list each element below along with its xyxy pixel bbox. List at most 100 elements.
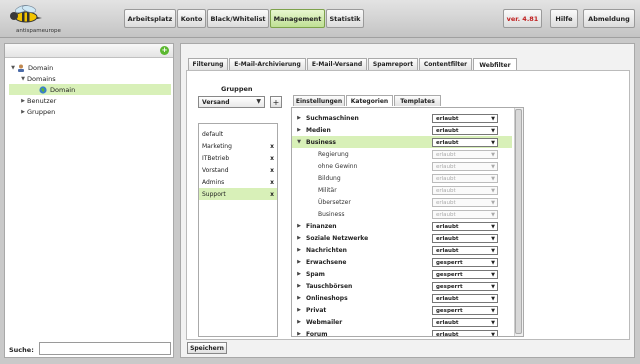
tab-contentfilter[interactable]: Contentfilter xyxy=(419,58,472,70)
collapsed-arrow-icon[interactable]: ▶ xyxy=(292,127,306,133)
group-item-label: ITBetrieb xyxy=(202,154,230,162)
delete-icon[interactable]: x xyxy=(270,155,274,162)
category-permission-select[interactable]: erlaubt ▼ xyxy=(432,113,498,123)
category-permission-select[interactable]: gesperrt ▼ xyxy=(432,281,498,291)
group-item[interactable]: ITBetrieb x xyxy=(199,152,277,164)
subcategory-row[interactable]: Regierung erlaubt ▼ xyxy=(292,148,512,160)
nav-konto[interactable]: Konto xyxy=(177,9,206,28)
category-permission-select[interactable]: erlaubt ▼ xyxy=(432,221,498,231)
tab-filterung[interactable]: Filterung xyxy=(188,58,228,70)
category-permission-select[interactable]: erlaubt ▼ xyxy=(432,329,498,337)
collapsed-arrow-icon[interactable]: ▶ xyxy=(292,259,306,265)
collapsed-arrow-icon[interactable]: ▶ xyxy=(292,319,306,325)
category-label: Privat xyxy=(306,306,327,314)
save-button[interactable]: Speichern xyxy=(187,342,227,354)
category-row[interactable]: ▶ Finanzen erlaubt ▼ xyxy=(292,220,512,232)
category-row[interactable]: ▶ Suchmaschinen erlaubt ▼ xyxy=(292,112,512,124)
tab-email-versand[interactable]: E-Mail-Versand xyxy=(307,58,367,70)
category-row[interactable]: ▶ Soziale Netzwerke erlaubt ▼ xyxy=(292,232,512,244)
collapsed-arrow-icon[interactable]: ▶ xyxy=(292,295,306,301)
collapsed-arrow-icon[interactable]: ▶ xyxy=(292,235,306,241)
subtab-templates[interactable]: Templates xyxy=(394,95,441,106)
webfilter-content: Gruppen Versand ▼ + default Marketing x … xyxy=(186,70,630,340)
category-label: Erwachsene xyxy=(306,258,347,266)
category-permission-select[interactable]: gesperrt ▼ xyxy=(432,257,498,267)
collapsed-arrow-icon[interactable]: ▶ xyxy=(292,283,306,289)
category-row[interactable]: ▶ Medien erlaubt ▼ xyxy=(292,124,512,136)
help-button[interactable]: Hilfe xyxy=(550,9,578,28)
search-input[interactable] xyxy=(39,342,171,355)
category-row[interactable]: ▶ Spam gesperrt ▼ xyxy=(292,268,512,280)
group-item[interactable]: Admins x xyxy=(199,176,277,188)
category-row[interactable]: ▶ Forum erlaubt ▼ xyxy=(292,328,512,337)
group-item[interactable]: default xyxy=(199,128,277,140)
scrollbar-thumb[interactable] xyxy=(515,109,522,334)
category-permission-select[interactable]: erlaubt ▼ xyxy=(432,233,498,243)
delete-icon[interactable]: x xyxy=(270,179,274,186)
collapsed-arrow-icon[interactable]: ▶ xyxy=(292,307,306,313)
tree-node-root[interactable]: ▼ Domain xyxy=(9,62,171,73)
subcategory-row[interactable]: Business erlaubt ▼ xyxy=(292,208,512,220)
nav-black-whitelist[interactable]: Black/Whitelist xyxy=(207,9,269,28)
sub-tabs: Einstellungen Kategorien Templates xyxy=(293,95,441,106)
expanded-arrow-icon[interactable]: ▼ xyxy=(292,139,306,145)
tree-node-benutzer[interactable]: ▶ Benutzer xyxy=(9,95,171,106)
category-permission-select[interactable]: erlaubt ▼ xyxy=(432,293,498,303)
category-row[interactable]: ▶ Privat gesperrt ▼ xyxy=(292,304,512,316)
category-permission-select[interactable]: erlaubt ▼ xyxy=(432,317,498,327)
subtab-einstellungen[interactable]: Einstellungen xyxy=(293,95,345,106)
category-permission-select[interactable]: erlaubt ▼ xyxy=(432,137,498,147)
dropdown-arrow-icon: ▼ xyxy=(491,271,495,278)
delete-icon[interactable]: x xyxy=(270,191,274,198)
category-row[interactable]: ▼ Business erlaubt ▼ xyxy=(292,136,512,148)
group-item[interactable]: Marketing x xyxy=(199,140,277,152)
nav-arbeitsplatz[interactable]: Arbeitsplatz xyxy=(124,9,176,28)
add-icon[interactable]: + xyxy=(160,46,169,55)
expanded-arrow-icon[interactable]: ▼ xyxy=(9,65,17,71)
category-label: Medien xyxy=(306,126,331,134)
category-permission-select[interactable]: gesperrt ▼ xyxy=(432,269,498,279)
group-item[interactable]: Vorstand x xyxy=(199,164,277,176)
collapsed-arrow-icon[interactable]: ▶ xyxy=(292,115,306,121)
category-permission-select[interactable]: gesperrt ▼ xyxy=(432,305,498,315)
nav-management[interactable]: Management xyxy=(270,9,325,28)
dropdown-arrow-icon: ▼ xyxy=(491,115,495,122)
tree-node-domain-selected[interactable]: Domain xyxy=(9,84,171,95)
collapsed-arrow-icon[interactable]: ▶ xyxy=(19,109,27,115)
category-permission-select[interactable]: erlaubt ▼ xyxy=(432,245,498,255)
collapsed-arrow-icon[interactable]: ▶ xyxy=(19,98,27,104)
subcategory-row[interactable]: Militär erlaubt ▼ xyxy=(292,184,512,196)
collapsed-arrow-icon[interactable]: ▶ xyxy=(292,271,306,277)
dropdown-arrow-icon: ▼ xyxy=(491,235,495,242)
subcategory-row[interactable]: Übersetzer erlaubt ▼ xyxy=(292,196,512,208)
category-row[interactable]: ▶ Nachrichten erlaubt ▼ xyxy=(292,244,512,256)
dropdown-arrow-icon: ▼ xyxy=(491,331,495,337)
category-permission-value: erlaubt xyxy=(436,115,459,122)
category-row[interactable]: ▶ Tauschbörsen gesperrt ▼ xyxy=(292,280,512,292)
add-group-button[interactable]: + xyxy=(270,96,282,108)
expanded-arrow-icon[interactable]: ▼ xyxy=(19,76,27,82)
collapsed-arrow-icon[interactable]: ▶ xyxy=(292,331,306,336)
subtab-kategorien[interactable]: Kategorien xyxy=(346,95,393,106)
category-permission-select[interactable]: erlaubt ▼ xyxy=(432,125,498,135)
tree-node-gruppen[interactable]: ▶ Gruppen xyxy=(9,106,171,117)
category-row[interactable]: ▶ Onlineshops erlaubt ▼ xyxy=(292,292,512,304)
logout-button[interactable]: Abmeldung xyxy=(583,9,635,28)
tab-email-archivierung[interactable]: E-Mail-Archivierung xyxy=(229,58,306,70)
collapsed-arrow-icon[interactable]: ▶ xyxy=(292,247,306,253)
collapsed-arrow-icon[interactable]: ▶ xyxy=(292,223,306,229)
category-row[interactable]: ▶ Webmailer erlaubt ▼ xyxy=(292,316,512,328)
nav-statistik[interactable]: Statistik xyxy=(326,9,364,28)
dropdown-arrow-icon: ▼ xyxy=(491,151,495,158)
group-item-label: Vorstand xyxy=(202,166,229,174)
delete-icon[interactable]: x xyxy=(270,167,274,174)
subcategory-row[interactable]: Bildung erlaubt ▼ xyxy=(292,172,512,184)
tree-node-domains[interactable]: ▼ Domains xyxy=(9,73,171,84)
tab-spamreport[interactable]: Spamreport xyxy=(368,58,418,70)
delete-icon[interactable]: x xyxy=(270,143,274,150)
subcategory-row[interactable]: ohne Gewinn erlaubt ▼ xyxy=(292,160,512,172)
category-permission-value: erlaubt xyxy=(436,211,456,218)
group-select[interactable]: Versand ▼ xyxy=(198,96,265,108)
category-row[interactable]: ▶ Erwachsene gesperrt ▼ xyxy=(292,256,512,268)
group-item-selected[interactable]: Support x xyxy=(199,188,277,200)
